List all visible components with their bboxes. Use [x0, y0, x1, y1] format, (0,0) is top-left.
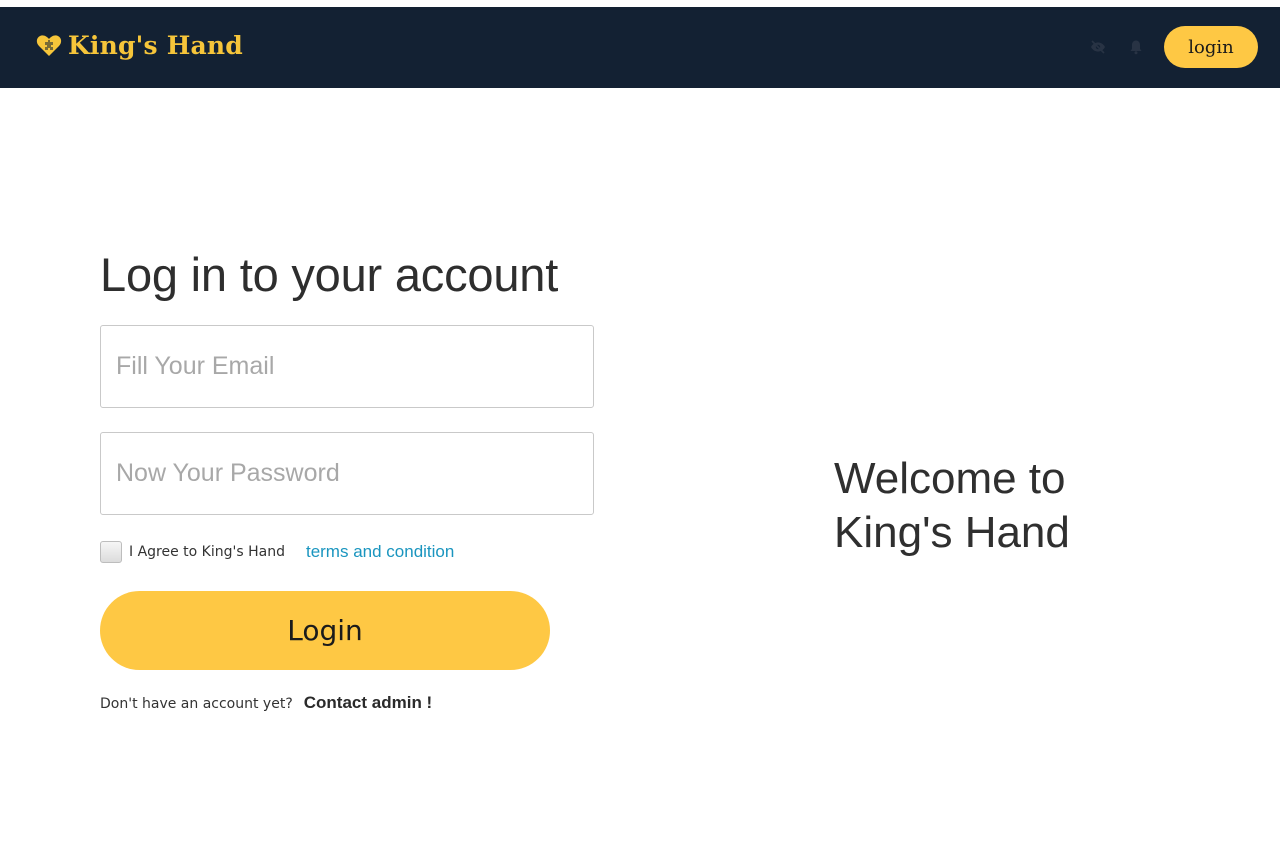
terms-agreement: I Agree to King's Hand terms and conditi… — [100, 541, 454, 563]
terms-link[interactable]: terms and condition — [306, 542, 454, 562]
brand-name: King's Hand — [68, 31, 243, 60]
page-title: Log in to your account — [100, 248, 559, 301]
eye-slash-icon[interactable] — [1090, 39, 1106, 55]
heart-puzzle-icon — [36, 33, 62, 59]
brand-logo[interactable]: King's Hand — [36, 31, 243, 60]
signup-prompt-row: Don't have an account yet? Contact admin… — [100, 693, 432, 713]
agree-label: I Agree to King's Hand — [129, 544, 285, 560]
welcome-line-2: King's Hand — [834, 508, 1070, 557]
nav-login-button[interactable]: login — [1164, 26, 1258, 68]
welcome-message: Welcome to King's Hand — [834, 452, 1070, 560]
agree-checkbox[interactable] — [100, 541, 122, 563]
top-strip — [0, 0, 1280, 7]
login-button[interactable]: Login — [100, 591, 550, 670]
email-field[interactable] — [100, 325, 594, 408]
welcome-line-1: Welcome to — [834, 454, 1066, 503]
contact-admin-link[interactable]: Contact admin ! — [304, 693, 432, 713]
password-field[interactable] — [100, 432, 594, 515]
navbar: King's Hand login — [0, 7, 1280, 88]
signup-prompt: Don't have an account yet? — [100, 696, 293, 712]
nav-actions: login — [1090, 26, 1258, 68]
bell-icon[interactable] — [1128, 39, 1144, 55]
